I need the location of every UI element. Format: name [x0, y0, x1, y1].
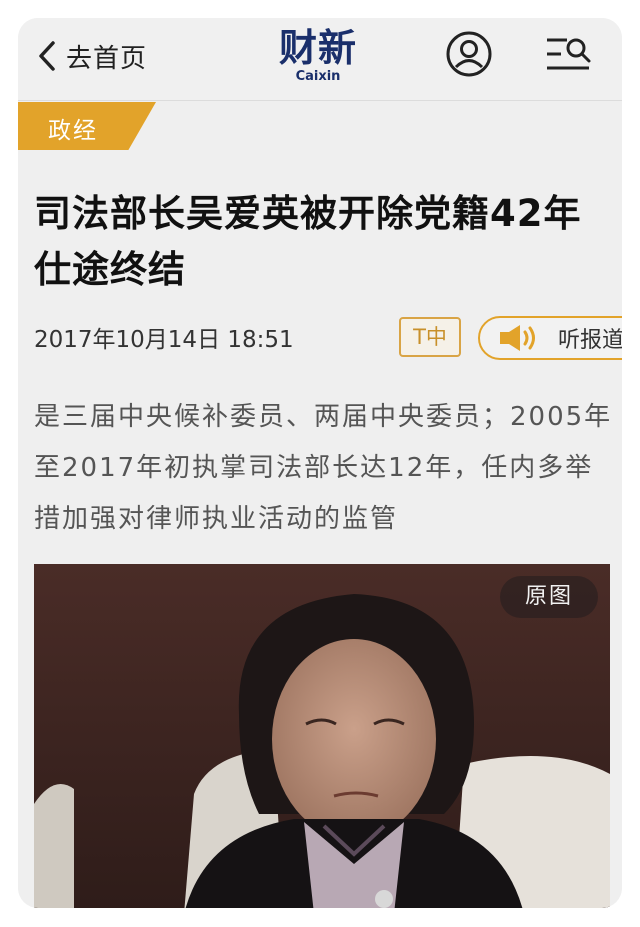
article-summary: 是三届中央候补委员、两届中央委员；2005年至2017年初执掌司法部长达12年，…	[34, 402, 613, 534]
menu-search-icon	[543, 38, 595, 82]
original-image-button[interactable]: 原图	[500, 576, 598, 618]
top-navigation-bar: 去首页 财新 Caixin	[18, 18, 622, 101]
listen-label: 听报道	[558, 328, 622, 353]
logo-english-text: Caixin	[295, 69, 341, 84]
chevron-left-icon	[38, 40, 56, 72]
category-label: 政经	[48, 118, 98, 144]
listen-audio-button[interactable]: 听报道	[478, 316, 622, 360]
caixin-logo[interactable]: 财新 Caixin	[268, 26, 368, 84]
user-circle-icon	[443, 31, 495, 84]
logo-chinese-text: 财新	[278, 25, 357, 70]
back-to-home-button[interactable]: 去首页	[38, 36, 147, 76]
font-size-button[interactable]: T中	[399, 317, 461, 357]
back-label: 去首页	[66, 43, 148, 74]
category-tag[interactable]: 政经	[18, 102, 156, 150]
menu-search-button[interactable]	[543, 32, 595, 78]
user-account-button[interactable]	[443, 28, 495, 80]
phone-screen: 去首页 财新 Caixin 政经 司法部长吴爱英被开除党籍42年仕途终结 201…	[18, 18, 622, 908]
article-photo[interactable]: 原图	[34, 564, 610, 908]
publish-datetime: 2017年10月14日 18:51	[34, 327, 294, 353]
speaker-icon	[498, 323, 544, 353]
article-title: 司法部长吴爱英被开除党籍42年仕途终结	[34, 192, 582, 291]
